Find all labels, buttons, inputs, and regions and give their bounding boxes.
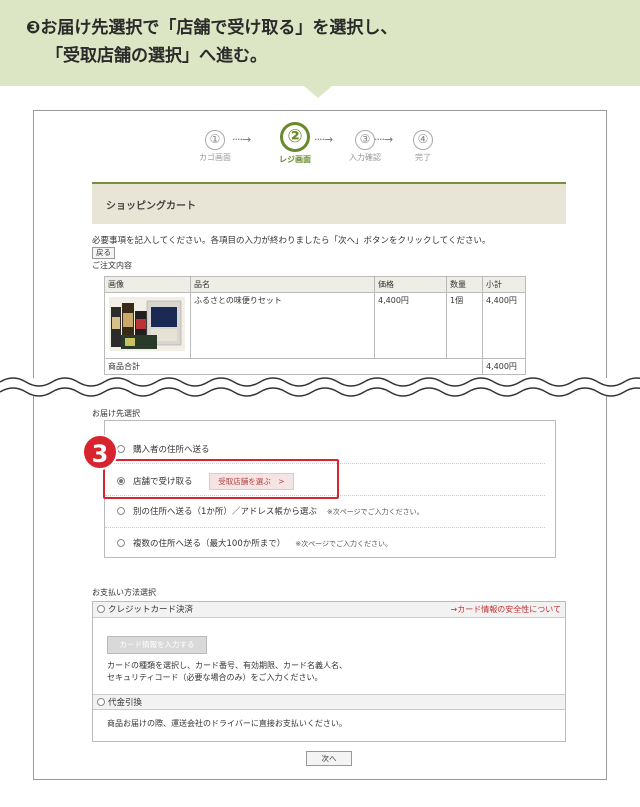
enter-card-button[interactable]: カード情報を入力する <box>107 636 207 654</box>
step-number: ③ <box>355 130 375 150</box>
column-header: 数量 <box>446 276 483 293</box>
column-header: 画像 <box>104 276 191 293</box>
cart-header: ショッピングカート <box>92 182 566 224</box>
credit-description: セキュリティコード（必要な場合のみ）をご入力ください。 <box>107 673 323 682</box>
order-table: 画像 品名 価格 数量 小計 ふるさとの味便りセット 4,400円 1個 4,4… <box>104 276 526 375</box>
step-4: ④ 完了 <box>398 130 448 163</box>
credit-description: カードの種類を選択し、カード番号、有効期限、カード名義人名、 <box>107 661 347 670</box>
option-label: 複数の住所へ送る（最大100か所まで） <box>133 539 286 549</box>
step-number: ① <box>205 130 225 150</box>
option-label: 別の住所へ送る（1か所）／アドレス帳から選ぶ <box>133 507 317 517</box>
divider <box>105 527 545 528</box>
order-section-title: ご注文内容 <box>92 261 132 270</box>
payment-option-credit[interactable]: クレジットカード決済 →カード情報の安全性について <box>93 602 565 618</box>
ship-option-multiple-addresses[interactable]: 複数の住所へ送る（最大100か所まで） ※次ページでご入力ください。 <box>117 537 392 549</box>
radio-icon[interactable] <box>117 507 125 515</box>
payment-option-cod[interactable]: 代金引換 <box>93 694 565 710</box>
product-price: 4,400円 <box>374 292 447 359</box>
step-label: カゴ画面 <box>199 153 231 162</box>
highlight-frame <box>103 459 339 499</box>
option-note: ※次ページでご入力ください。 <box>295 540 392 548</box>
radio-icon[interactable] <box>97 605 105 613</box>
step-label: レジ画面 <box>279 155 311 164</box>
shipping-section-title: お届け先選択 <box>92 409 140 418</box>
step-label: 入力確認 <box>349 153 381 162</box>
back-button[interactable]: 戻る <box>92 247 115 259</box>
page-title: ショッピングカート <box>106 201 196 212</box>
step-number: ② <box>280 122 310 152</box>
column-header: 小計 <box>482 276 526 293</box>
table-header-row: 画像 品名 価格 数量 小計 <box>104 276 526 293</box>
banner-pointer <box>304 86 332 98</box>
card-security-link[interactable]: →カード情報の安全性について <box>451 602 561 618</box>
radio-icon[interactable] <box>97 698 105 706</box>
step-arrow-icon: ····→ <box>314 133 333 146</box>
radio-icon[interactable] <box>117 539 125 547</box>
option-label: 代金引換 <box>108 698 143 708</box>
instruction-banner: ❸お届け先選択で「店舗で受け取る」を選択し、 「受取店舗の選択」へ進む。 <box>0 0 640 86</box>
product-image-cell <box>104 292 191 359</box>
radio-icon[interactable] <box>117 445 125 453</box>
step-marker: ❸ <box>26 18 41 38</box>
page-break-wave <box>0 377 640 397</box>
cod-description: 商品お届けの際、運送会社のドライバーに直接お支払いください。 <box>107 719 347 728</box>
option-label: クレジットカード決済 <box>108 605 194 615</box>
next-button[interactable]: 次へ <box>306 751 352 766</box>
ship-option-other-address[interactable]: 別の住所へ送る（1か所）／アドレス帳から選ぶ ※次ページでご入力ください。 <box>117 505 424 517</box>
step-arrow-icon: ····→ <box>374 133 393 146</box>
column-header: 品名 <box>190 276 375 293</box>
product-image[interactable] <box>109 297 185 351</box>
step-2-current: ② レジ画面 <box>270 122 320 165</box>
product-quantity: 1個 <box>446 292 483 359</box>
option-note: ※次ページでご入力ください。 <box>326 508 424 516</box>
column-header: 価格 <box>374 276 447 293</box>
option-label: 購入者の住所へ送る <box>133 445 210 455</box>
product-subtotal: 4,400円 <box>482 292 526 359</box>
table-row: ふるさとの味便りセット 4,400円 1個 4,400円 <box>104 292 526 359</box>
instruction-line-2: 「受取店舗の選択」へ進む。 <box>46 46 267 66</box>
step-badge: 3 <box>82 434 118 470</box>
instruction-line-1: お届け先選択で「店舗で受け取る」を選択し、 <box>40 18 398 38</box>
step-number: ④ <box>413 130 433 150</box>
form-instruction: 必要事項を記入してください。各項目の入力が終わりましたら「次へ」ボタンをクリック… <box>92 236 491 246</box>
payment-section-title: お支払い方法選択 <box>92 588 156 597</box>
payment-options: クレジットカード決済 →カード情報の安全性について カード情報を入力する カード… <box>92 601 566 742</box>
step-label: 完了 <box>415 153 431 162</box>
product-name: ふるさとの味便りセット <box>190 292 375 359</box>
checkout-steps: ① カゴ画面 ····→ ② レジ画面 ····→ ③ 入力確認 ····→ ④… <box>190 120 450 176</box>
ship-option-buyer-address[interactable]: 購入者の住所へ送る <box>117 443 210 455</box>
step-arrow-icon: ····→ <box>232 133 251 146</box>
instruction-text: ❸お届け先選択で「店舗で受け取る」を選択し、 「受取店舗の選択」へ進む。 <box>26 14 397 70</box>
